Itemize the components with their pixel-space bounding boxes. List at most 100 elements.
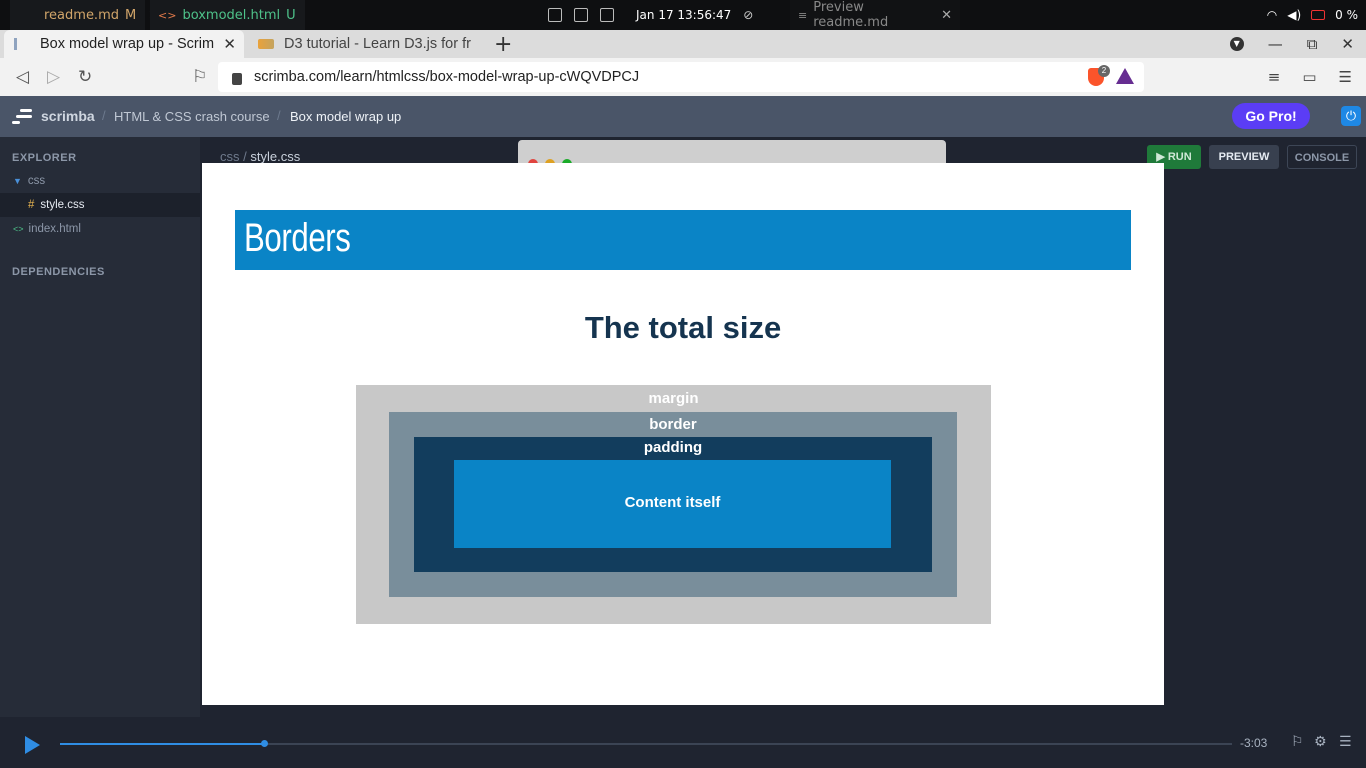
os-center-indicators: Jan 17 13:56:47 ⊘ [548,0,753,30]
content-label: Content itself [624,494,721,511]
power-icon[interactable]: ⏻ [1341,106,1361,126]
os-tab-label: boxmodel.html [182,7,281,23]
d3-favicon-icon [258,39,274,49]
css-file-icon: # [28,199,35,211]
progress-fill [60,743,264,745]
bookmark-icon[interactable]: ⚐ [192,58,207,96]
margin-box: margin border padding Content itself [356,385,991,624]
play-icon: ▶ [1156,151,1165,163]
folder-label: css [27,175,46,187]
chevron-down-icon: ▼ [13,176,22,186]
code-icon: <> [158,8,177,22]
list-icon[interactable]: ☰ [1339,734,1352,750]
path-separator: / [243,149,247,164]
os-tab-status: M [125,7,137,23]
bookmark-icon[interactable]: ⚐ [1291,734,1304,750]
url-text: scrimba.com/learn/htmlcss/box-model-wrap… [254,69,640,85]
html-file-icon: <> [13,224,24,234]
breadcrumb-course[interactable]: HTML & CSS crash course [114,109,270,124]
file-path: css / style.css [220,149,300,164]
folder-css[interactable]: ▼ css [0,169,200,193]
go-pro-button[interactable]: Go Pro! [1232,103,1310,129]
browser-tab-d3[interactable]: D3 tutorial - Learn D3.js for fr [248,30,486,58]
browser-tab-active[interactable]: Box model wrap up - Scrim ✕ [4,30,244,58]
scrimba-logo-icon[interactable] [12,109,32,125]
wallet-icon[interactable]: ▭ [1302,68,1316,86]
address-bar-tools: ≡ ▭ ☰ [1268,58,1352,96]
mini-browser-preview [518,140,946,164]
playlist-icon[interactable]: ≡ [1268,68,1281,86]
path-file: style.css [250,149,301,164]
forward-icon[interactable]: ▷ [47,58,60,96]
padding-box: padding Content itself [414,437,932,572]
breadcrumb-separator: / [102,108,106,123]
time-remaining: -3:03 [1240,736,1268,750]
os-tab-status: U [286,7,296,23]
explorer-heading: EXPLORER [12,152,77,164]
window-icon[interactable] [548,8,562,22]
scrimba-favicon-icon [14,38,30,50]
volume-icon[interactable]: ◀) [1287,8,1301,22]
os-tab-preview[interactable]: ≡ Preview readme.md ✕ [790,0,960,30]
layout-icon[interactable] [574,8,588,22]
os-tab-boxmodel[interactable]: <> boxmodel.html U [150,0,305,30]
address-bar-row: ◁ ▷ ↻ ⚐ scrimba.com/learn/htmlcss/box-mo… [0,58,1366,96]
player-bar: -3:03 ⚐ ⚙ ☰ [0,717,1366,768]
brave-shields-count: 2 [1098,65,1110,77]
tab-bar-controls: ▼ — ⧉ ✕ [1229,30,1354,58]
wifi-icon[interactable]: ◠ [1267,8,1277,22]
file-label: index.html [28,223,81,235]
file-style-css[interactable]: # style.css [0,193,200,217]
play-button-icon[interactable] [25,736,40,754]
banner-title: Borders [244,216,351,260]
file-index-html[interactable]: <> index.html [0,217,200,241]
reload-icon[interactable]: ↻ [78,58,92,96]
progress-track[interactable] [60,740,1232,747]
tab-search-icon[interactable]: ▼ [1229,37,1244,51]
tab-title: Box model wrap up - Scrim [40,36,215,52]
close-icon[interactable]: ✕ [941,8,952,23]
tab-title: D3 tutorial - Learn D3.js for fr [284,36,471,52]
content-box: Content itself [454,460,891,548]
border-box: border padding Content itself [389,412,957,597]
run-label: RUN [1167,151,1192,163]
dependencies-heading: DEPENDENCIES [12,266,105,278]
slide-banner: Borders [235,210,1131,270]
preview-button[interactable]: PREVIEW [1209,145,1279,169]
restore-icon[interactable]: ⧉ [1307,35,1318,53]
file-label: style.css [40,199,85,211]
menu-icon[interactable]: ☰ [1339,68,1352,86]
brand-name[interactable]: scrimba [41,108,95,124]
breadcrumb-lesson: Box model wrap up [290,109,402,124]
split-icon[interactable] [600,8,614,22]
slide-overlay: Borders The total size margin border pad… [202,163,1164,705]
close-tab-icon[interactable]: ✕ [223,35,236,53]
border-label: border [649,416,697,433]
close-window-icon[interactable]: ✕ [1341,35,1354,53]
os-clock: Jan 17 13:56:47 [636,8,732,22]
path-folder: css [220,149,240,164]
console-button[interactable]: CONSOLE [1287,145,1357,169]
battery-icon[interactable] [1311,10,1326,20]
progress-handle[interactable] [260,740,268,747]
bat-rewards-icon[interactable] [1116,68,1134,84]
mute-icon: ⊘ [743,8,754,22]
lock-icon [232,73,242,85]
os-top-bar: readme.md M ✕ <> boxmodel.html U Jan 17 … [0,0,1366,30]
margin-label: margin [648,390,699,407]
settings-gear-icon[interactable]: ⚙ [1314,734,1327,750]
minimize-icon[interactable]: — [1268,35,1283,53]
os-tab-readme[interactable]: readme.md M ✕ [10,0,159,30]
document-icon: ≡ [798,8,808,22]
breadcrumb-separator: / [277,108,281,123]
url-field[interactable]: scrimba.com/learn/htmlcss/box-model-wrap… [218,62,1144,92]
padding-label: padding [643,439,703,456]
file-explorer: EXPLORER ▼ css # style.css <> index.html… [0,137,200,717]
slide-title: The total size [584,310,782,345]
os-tray: ◠ ◀) 0 % [1267,0,1358,30]
scrimba-header: scrimba / HTML & CSS crash course / Box … [0,96,1366,137]
os-tab-label: Preview readme.md [813,0,889,30]
battery-level: 0 % [1335,8,1358,22]
new-tab-icon[interactable]: + [494,32,512,57]
back-icon[interactable]: ◁ [16,58,29,96]
